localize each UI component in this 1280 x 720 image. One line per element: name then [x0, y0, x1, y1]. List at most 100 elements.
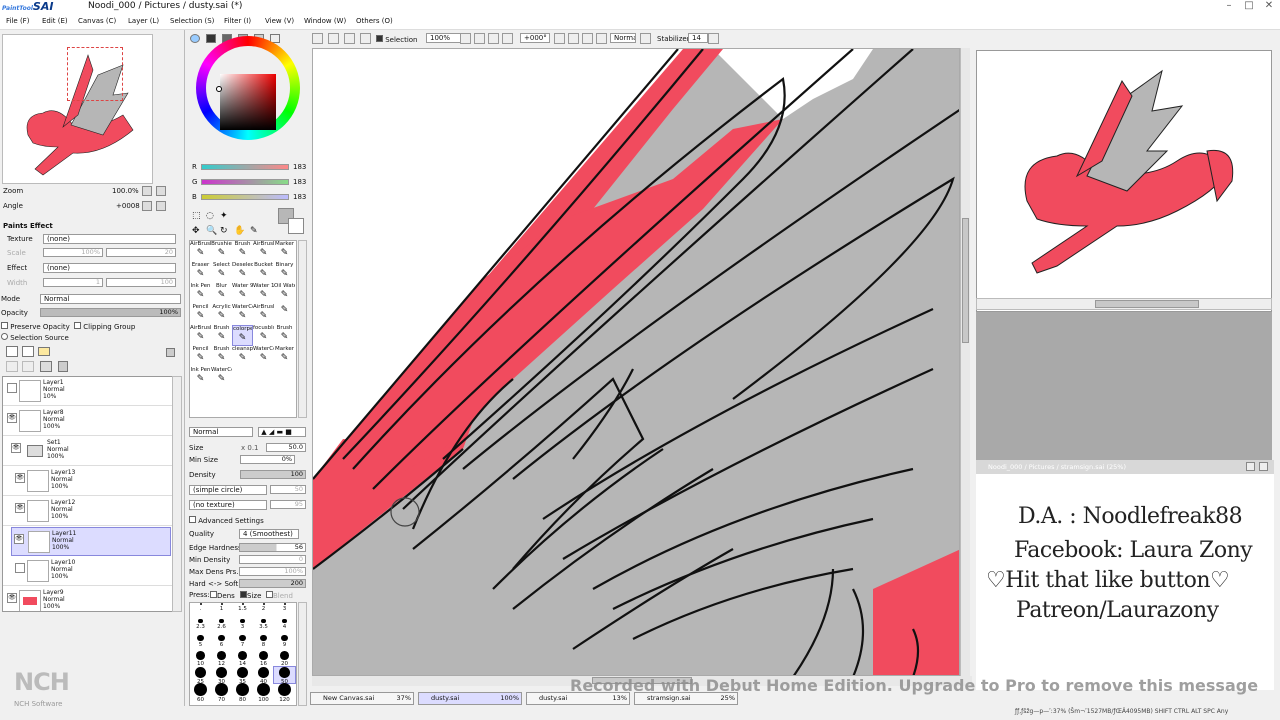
brush-size-preset[interactable]: 30	[211, 667, 232, 685]
tool-slot[interactable]: AirBrush✎	[253, 304, 274, 325]
rgb-slider-tab[interactable]	[206, 34, 216, 43]
rotate-left-button[interactable]	[142, 201, 152, 211]
magic-wand-icon[interactable]: ✦	[220, 211, 228, 221]
opacity-slider[interactable]: 100%	[40, 308, 181, 317]
rotate-reset-icon[interactable]	[582, 33, 593, 44]
tool-slot[interactable]: Brushie ✎	[211, 241, 232, 262]
visibility-toggle[interactable]	[7, 383, 17, 393]
reference-2-minimize-icon[interactable]	[1246, 462, 1255, 471]
color-wheel-tab[interactable]	[190, 34, 200, 43]
layer-row[interactable]: Layer1 Normal 10%	[3, 377, 173, 406]
zoom-reset-icon[interactable]	[502, 33, 513, 44]
tool-slot[interactable]: WaterCo✎	[232, 304, 253, 325]
tool-slot[interactable]: Pencil ✎	[190, 304, 211, 325]
secondary-color-swatch[interactable]	[288, 218, 304, 234]
press-blend-checkbox[interactable]: Blend	[266, 591, 293, 600]
hand-tool-icon[interactable]: ✋	[234, 226, 245, 236]
tool-slot[interactable]: Water 10✎	[253, 283, 274, 304]
transfer-down-icon[interactable]	[6, 361, 18, 372]
brush-size-preset[interactable]: 25	[190, 667, 211, 685]
tab-dusty-active[interactable]: dusty.sai 100%	[418, 692, 522, 705]
brush-size-preset[interactable]: 2.6	[211, 619, 232, 635]
layer-row[interactable]: Layer10 Normal 100%	[3, 557, 173, 586]
texture-dropdown[interactable]: (none)	[43, 234, 176, 244]
brush-size-preset[interactable]: 2	[253, 603, 274, 619]
new-layer-icon[interactable]	[6, 346, 18, 357]
eyedropper-icon[interactable]: ✎	[250, 226, 258, 236]
invert-selection-icon[interactable]	[344, 33, 355, 44]
new-folder-icon[interactable]	[38, 347, 50, 356]
angle-dropdown[interactable]: +000°	[520, 33, 550, 43]
blend-mode-dropdown[interactable]: Normal	[40, 294, 181, 304]
clipping-group-checkbox[interactable]: Clipping Group	[74, 322, 135, 331]
reference-image-panel[interactable]	[976, 50, 1272, 312]
color-picker-handle[interactable]	[216, 86, 222, 92]
visibility-toggle[interactable]: 👁	[7, 593, 17, 603]
tool-slot[interactable]: AirBrush✎	[190, 241, 211, 262]
rotate-tool-icon[interactable]: ↻	[220, 226, 228, 236]
menu-others[interactable]: Others (O)	[356, 17, 393, 25]
reference-scrollbar[interactable]	[976, 298, 1272, 310]
tool-slot[interactable]: AirBrush✎	[253, 241, 274, 262]
r-slider[interactable]	[201, 164, 289, 170]
layer-row[interactable]: 👁 Layer8 Normal 100%	[3, 407, 173, 436]
menu-file[interactable]: File (F)	[6, 17, 29, 25]
brush-size-scrollbar[interactable]	[298, 602, 307, 706]
visibility-toggle[interactable]: 👁	[11, 443, 21, 453]
zoom-in-icon[interactable]	[488, 33, 499, 44]
deselect-icon[interactable]	[328, 33, 339, 44]
tool-slot[interactable]: Blur ✎	[211, 283, 232, 304]
tool-slot[interactable]: focusblur✎	[253, 325, 274, 346]
select-all-icon[interactable]	[312, 33, 323, 44]
layer-row[interactable]: 👁 Layer12 Normal 100%	[3, 497, 173, 526]
tool-slot[interactable]: Deselect✎	[232, 262, 253, 283]
density-slider[interactable]: 100	[240, 470, 306, 479]
tool-slot[interactable]: Brush ✎	[232, 241, 253, 262]
selection-tool-icon[interactable]: ⬚	[192, 211, 201, 221]
brush-size-preset[interactable]: 14	[232, 651, 253, 667]
rotate-right-button[interactable]	[156, 201, 166, 211]
brush-size-preset[interactable]: 7	[232, 635, 253, 651]
zoom-dropdown-arrow-icon[interactable]	[460, 33, 471, 44]
tool-slot[interactable]: colorpen✎	[232, 325, 253, 346]
tool-slot[interactable]: Brush ✎	[211, 325, 232, 346]
new-linework-layer-icon[interactable]	[22, 346, 34, 357]
brush-shape-dropdown[interactable]: (simple circle)	[189, 485, 267, 495]
press-size-checkbox[interactable]: Size	[240, 591, 261, 600]
menu-edit[interactable]: Edit (E)	[42, 17, 68, 25]
tool-slot[interactable]: Bucket ✎	[253, 262, 274, 283]
tool-slot[interactable]: Water 9 ✎	[232, 283, 253, 304]
edge-hardness-slider[interactable]: 56	[239, 543, 306, 552]
tool-slot[interactable]: Select ✎	[211, 262, 232, 283]
visibility-toggle[interactable]: 👁	[15, 503, 25, 513]
press-dens-checkbox[interactable]: Dens	[210, 591, 235, 600]
size-value[interactable]: 50.0	[266, 443, 306, 452]
brush-texture-dropdown[interactable]: (no texture)	[189, 500, 267, 510]
brush-size-preset[interactable]: 100	[253, 683, 274, 703]
layer-scrollbar[interactable]	[172, 376, 182, 612]
brush-size-preset[interactable]: 3	[232, 619, 253, 635]
visibility-toggle[interactable]: 👁	[7, 413, 17, 423]
tool-slot[interactable]: WaterCo✎	[253, 346, 274, 367]
menu-canvas[interactable]: Canvas (C)	[78, 17, 116, 25]
close-icon[interactable]: ✕	[1260, 0, 1278, 12]
tool-grid-scrollbar[interactable]	[298, 240, 307, 418]
tool-slot[interactable]: Acrylic ✎	[211, 304, 232, 325]
layer-panel-menu-icon[interactable]	[166, 348, 175, 357]
tool-slot[interactable]: Ink Pen ✎	[190, 283, 211, 304]
brush-size-preset[interactable]: 50	[273, 666, 296, 685]
visibility-toggle[interactable]	[15, 563, 25, 573]
move-tool-icon[interactable]: ✥	[192, 226, 200, 236]
stabilizer-arrow-icon[interactable]	[708, 33, 719, 44]
selection-checkbox[interactable]: Selection	[376, 35, 418, 44]
rotate-cw-icon[interactable]	[568, 33, 579, 44]
brush-size-preset[interactable]: 3	[274, 603, 295, 619]
b-slider[interactable]	[201, 194, 289, 200]
selection-source-checkbox[interactable]: Selection Source	[1, 333, 69, 342]
navigator-view-rect[interactable]	[67, 47, 123, 101]
brush-size-preset[interactable]: 4	[274, 619, 295, 635]
effect-dropdown[interactable]: (none)	[43, 263, 176, 273]
tool-slot[interactable]: Ink Pen ✎	[190, 367, 211, 388]
layer-row[interactable]: 👁 Layer9 Normal 100%	[3, 587, 173, 611]
tool-slot[interactable]: Brush ✎	[211, 346, 232, 367]
